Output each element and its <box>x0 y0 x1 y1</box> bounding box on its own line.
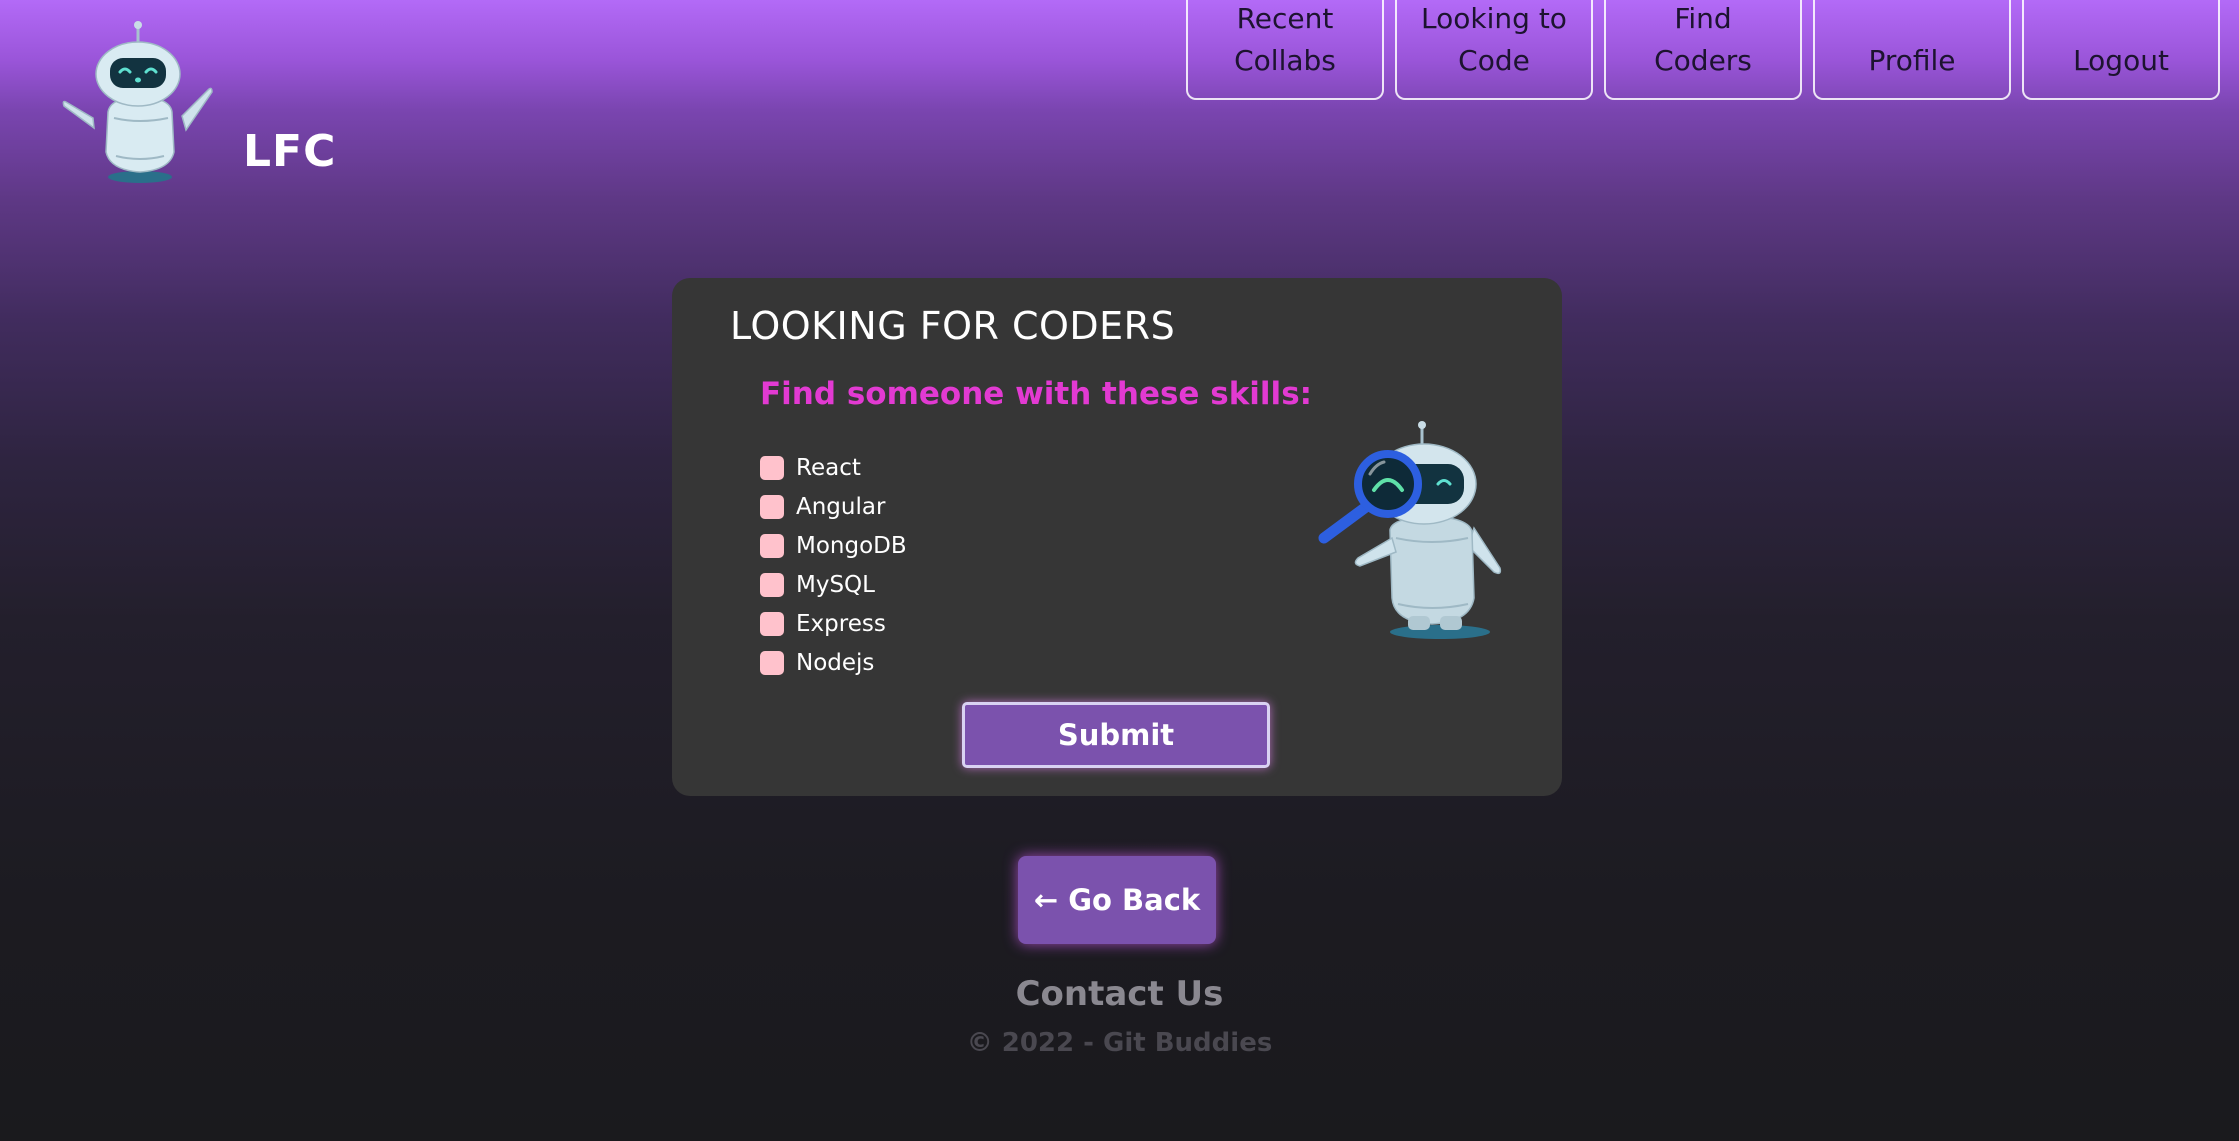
skill-item-express[interactable]: Express <box>760 604 907 643</box>
skills-list: React Angular MongoDB MySQL Express Node… <box>760 448 907 682</box>
robot-mascot-icon <box>62 21 213 183</box>
skill-item-mongodb[interactable]: MongoDB <box>760 526 907 565</box>
top-navigation: Recent Collabs Looking to Code Find Code… <box>1186 0 2220 100</box>
nav-logout-button[interactable]: Logout <box>2022 0 2220 100</box>
nav-find-coders-button[interactable]: Find Coders <box>1604 0 1802 100</box>
skill-item-angular[interactable]: Angular <box>760 487 907 526</box>
nav-recent-collabs-button[interactable]: Recent Collabs <box>1186 0 1384 100</box>
nav-looking-to-code-button[interactable]: Looking to Code <box>1395 0 1593 100</box>
skill-checkbox[interactable] <box>760 455 784 480</box>
card-title: LOOKING FOR CODERS <box>730 304 1176 348</box>
card-subtitle: Find someone with these skills: <box>760 376 1313 412</box>
skill-checkbox[interactable] <box>760 650 784 675</box>
skill-item-nodejs[interactable]: Nodejs <box>760 643 907 682</box>
skill-label: Express <box>796 610 886 637</box>
skill-checkbox[interactable] <box>760 494 784 519</box>
skill-label: React <box>796 454 861 481</box>
skill-checkbox[interactable] <box>760 572 784 597</box>
skill-item-mysql[interactable]: MySQL <box>760 565 907 604</box>
go-back-button[interactable]: ← Go Back <box>1018 856 1216 944</box>
skill-checkbox[interactable] <box>760 611 784 636</box>
brand-name: LFC <box>243 126 337 177</box>
robot-magnifier-icon <box>1318 421 1502 639</box>
nav-profile-button[interactable]: Profile <box>1813 0 2011 100</box>
skill-label: Nodejs <box>796 649 875 676</box>
skill-checkbox[interactable] <box>760 533 784 558</box>
submit-button[interactable]: Submit <box>962 702 1270 768</box>
contact-us-link[interactable]: Contact Us <box>0 974 2239 1014</box>
looking-for-coders-card: LOOKING FOR CODERS Find someone with the… <box>672 278 1562 796</box>
skill-item-react[interactable]: React <box>760 448 907 487</box>
skill-label: Angular <box>796 493 886 520</box>
copyright-text: © 2022 - Git Buddies <box>966 1028 1273 1058</box>
skill-label: MongoDB <box>796 532 907 559</box>
skill-label: MySQL <box>796 571 875 598</box>
